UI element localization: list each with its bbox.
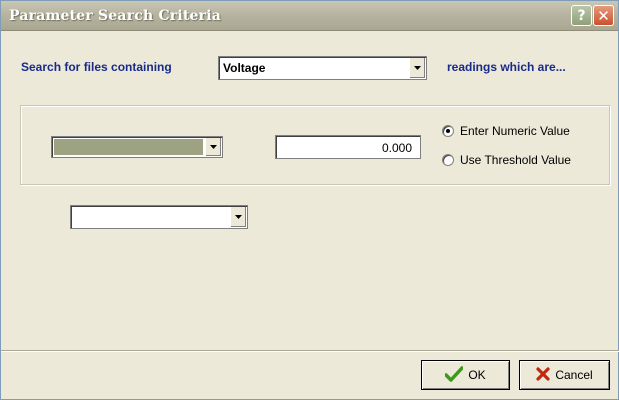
checkmark-icon [444, 365, 465, 385]
cancel-button-label: Cancel [555, 368, 593, 382]
parameter-select-value: Voltage [223, 61, 266, 75]
close-icon: ✕ [597, 6, 610, 25]
dialog-window: Parameter Search Criteria ? ✕ Search for… [0, 0, 619, 400]
radio-button-checked[interactable] [442, 125, 454, 137]
enter-numeric-value-label: Enter Numeric Value [460, 124, 570, 138]
chevron-down-icon[interactable] [230, 207, 246, 227]
operator-select-fill [54, 139, 203, 155]
enter-numeric-value-option[interactable]: Enter Numeric Value [442, 123, 570, 139]
readings-label: readings which are... [447, 60, 566, 74]
operator-select[interactable] [51, 136, 223, 158]
chevron-down-icon[interactable] [205, 138, 221, 156]
use-threshold-value-label: Use Threshold Value [460, 153, 571, 167]
cancel-button[interactable]: Cancel [519, 360, 610, 390]
x-icon [536, 366, 550, 384]
window-title: Parameter Search Criteria [9, 8, 222, 24]
use-threshold-value-option[interactable]: Use Threshold Value [442, 152, 571, 168]
footer-divider [1, 350, 619, 352]
search-label: Search for files containing [21, 60, 172, 74]
numeric-value-input[interactable]: 0.000 [275, 135, 421, 159]
ok-button-label: OK [468, 368, 486, 382]
search-row: Search for files containing Voltage read… [1, 56, 619, 82]
chevron-down-icon[interactable] [409, 58, 425, 78]
help-icon: ? [577, 7, 586, 24]
title-bar[interactable]: Parameter Search Criteria ? ✕ [1, 1, 618, 31]
close-button[interactable]: ✕ [593, 5, 614, 26]
parameter-select[interactable]: Voltage [218, 56, 427, 80]
ok-button[interactable]: OK [421, 360, 510, 390]
help-button[interactable]: ? [571, 5, 592, 26]
secondary-select[interactable] [70, 205, 248, 229]
radio-button[interactable] [442, 154, 454, 166]
